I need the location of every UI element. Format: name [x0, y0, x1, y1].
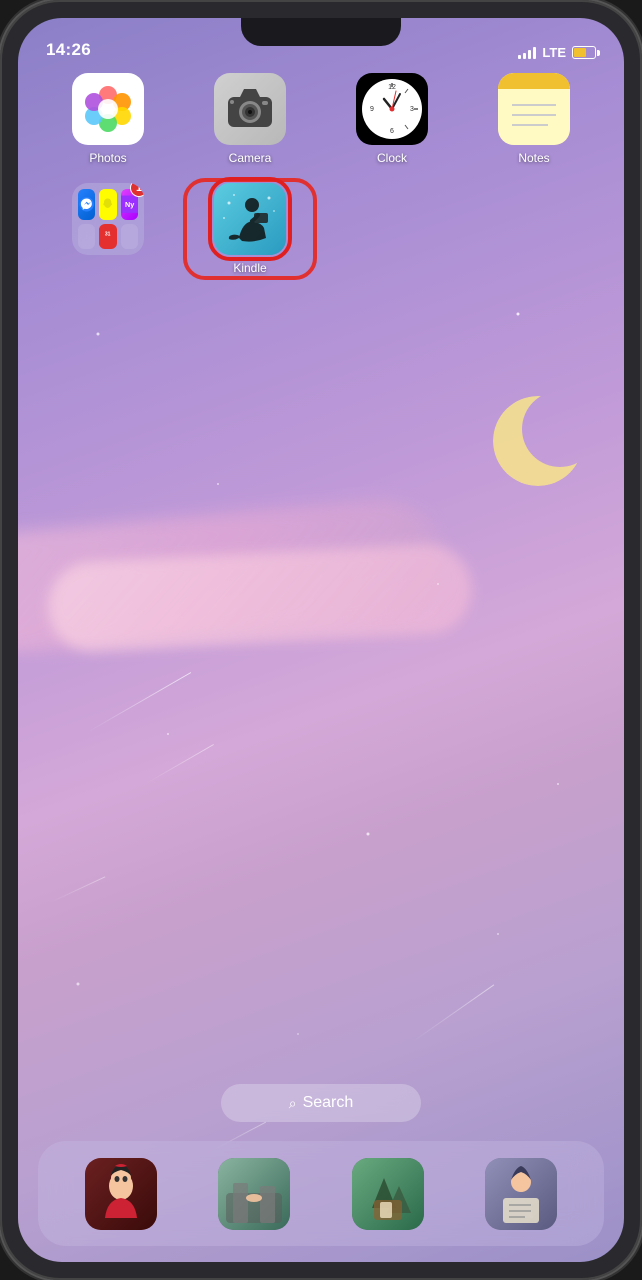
- screen: 14:26 LTE: [18, 18, 624, 1262]
- notch: [241, 18, 401, 46]
- app-clock[interactable]: 12 3 6 9: [330, 73, 454, 165]
- phone-frame: 14:26 LTE: [0, 0, 642, 1280]
- svg-text:3: 3: [410, 106, 414, 113]
- kindle-label: Kindle: [233, 261, 266, 275]
- dock-app-1[interactable]: [85, 1158, 157, 1230]
- photos-label: Photos: [89, 151, 126, 165]
- camera-label: Camera: [229, 151, 272, 165]
- dock-app-4[interactable]: [485, 1158, 557, 1230]
- dock-app-2[interactable]: [218, 1158, 290, 1230]
- svg-text:31: 31: [105, 231, 111, 237]
- app-grid: Photos Camera: [46, 73, 596, 275]
- lte-label: LTE: [542, 45, 566, 60]
- dock: [38, 1141, 604, 1246]
- app-notes[interactable]: Notes: [472, 73, 596, 165]
- app-photos[interactable]: Photos: [46, 73, 170, 165]
- clock-label: Clock: [377, 151, 407, 165]
- app-kindle[interactable]: Kindle: [188, 183, 312, 275]
- notes-label: Notes: [518, 151, 549, 165]
- app-folder[interactable]: Ny 31 1: [46, 183, 170, 275]
- status-time: 14:26: [46, 40, 91, 60]
- app-empty-2: [472, 183, 596, 275]
- search-label: Search: [303, 1094, 354, 1112]
- app-empty-1: [330, 183, 454, 275]
- search-icon: ⌕: [289, 1095, 297, 1112]
- svg-text:Ny: Ny: [125, 200, 134, 209]
- app-camera[interactable]: Camera: [188, 73, 312, 165]
- signal-icon: [518, 47, 536, 59]
- status-icons: LTE: [518, 45, 596, 60]
- search-bar[interactable]: ⌕ Search: [221, 1084, 421, 1122]
- battery-icon: [572, 46, 596, 59]
- dock-app-3[interactable]: [352, 1158, 424, 1230]
- svg-text:6: 6: [390, 128, 394, 135]
- svg-text:9: 9: [370, 106, 374, 113]
